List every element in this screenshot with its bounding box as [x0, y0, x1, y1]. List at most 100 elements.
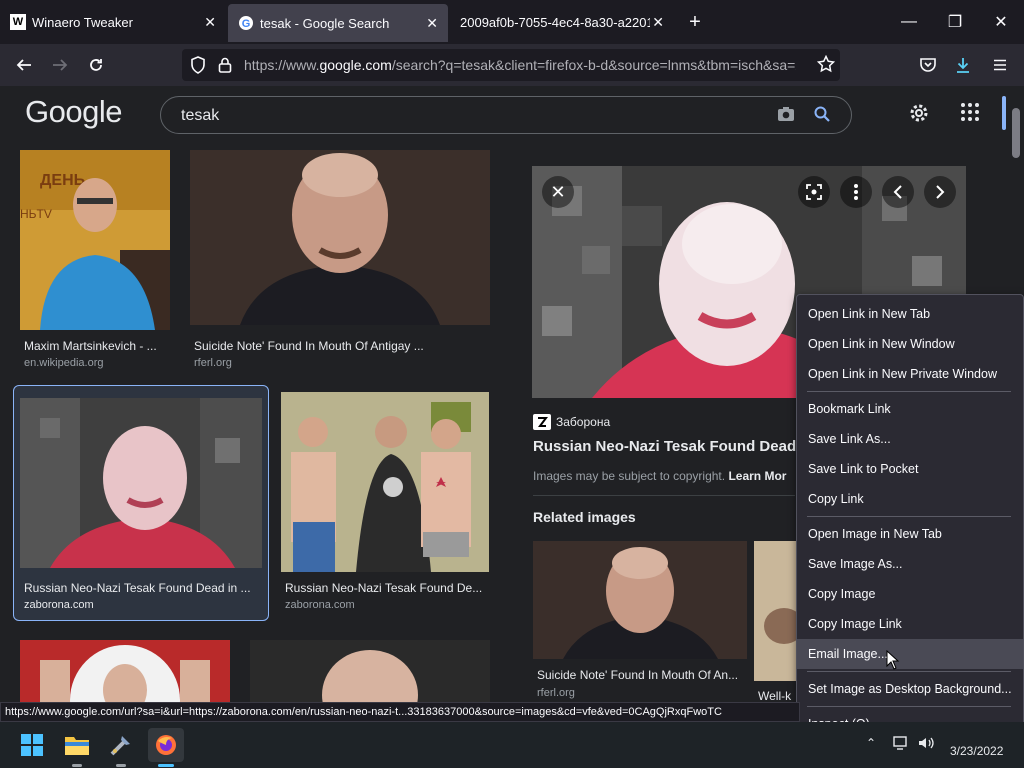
image-result-4[interactable]: Russian Neo-Nazi Tesak Found De... zabor… [281, 392, 489, 612]
firefox-icon[interactable] [148, 728, 184, 762]
shield-icon[interactable] [190, 56, 206, 79]
tab-google-search[interactable]: G tesak - Google Search ✕ [228, 4, 448, 42]
result-thumbnail[interactable]: ДЕНЬ НЬTV [20, 150, 170, 330]
menu-separator [807, 706, 1011, 707]
previous-image-icon[interactable] [882, 176, 914, 208]
menu-save-image-as[interactable]: Save Image As... [797, 549, 1023, 579]
hamburger-menu-icon [994, 59, 1006, 71]
navigation-bar: https://www.google.com/search?q=tesak&cl… [0, 44, 1024, 86]
image-result-1[interactable]: ДЕНЬ НЬTV Maxim Martsinkevich - ... en.w… [20, 150, 170, 370]
related-caption[interactable]: Suicide Note' Found In Mouth Of An... [537, 668, 747, 682]
menu-email-image[interactable]: Email Image... [797, 639, 1023, 669]
url-bar[interactable]: https://www.google.com/search?q=tesak&cl… [182, 49, 840, 81]
result-source[interactable]: zaborona.com [285, 599, 355, 611]
result-caption[interactable]: Russian Neo-Nazi Tesak Found Dead in ... [24, 581, 262, 595]
related-thumbnail [754, 541, 798, 681]
tab-winaero[interactable]: W Winaero Tweaker ✕ [0, 0, 226, 44]
image-result-2[interactable]: Suicide Note' Found In Mouth Of Antigay … [190, 150, 490, 370]
image-result-6[interactable] [250, 640, 490, 702]
winaero-favicon-icon: W [10, 14, 26, 30]
next-image-icon[interactable] [924, 176, 956, 208]
close-tab-icon[interactable]: ✕ [426, 15, 438, 32]
result-source[interactable]: rferl.org [194, 357, 232, 369]
google-apps-icon[interactable] [960, 102, 980, 128]
tab-image[interactable]: 2009af0b-7055-4ec4-8a30-a22010468 ✕ [450, 0, 674, 44]
result-thumbnail [250, 640, 490, 702]
start-menu-icon[interactable] [16, 729, 48, 761]
menu-open-link-new-tab[interactable]: Open Link in New Tab [797, 299, 1023, 329]
close-preview-button[interactable]: ✕ [542, 176, 574, 208]
result-thumbnail[interactable] [190, 150, 490, 325]
google-logo[interactable]: Google [25, 94, 122, 130]
more-options-icon[interactable] [840, 176, 872, 208]
forward-button[interactable] [45, 50, 75, 80]
menu-save-link-to-pocket[interactable]: Save Link to Pocket [797, 454, 1023, 484]
winaero-tweaker-icon[interactable] [105, 729, 137, 761]
menu-set-desktop-background[interactable]: Set Image as Desktop Background... [797, 674, 1023, 704]
svg-text:НЬTV: НЬTV [20, 207, 52, 221]
related-source[interactable]: rferl.org [537, 687, 575, 699]
menu-open-image-new-tab[interactable]: Open Image in New Tab [797, 519, 1023, 549]
new-tab-button[interactable]: + [672, 0, 718, 44]
close-tab-icon[interactable]: ✕ [652, 14, 664, 31]
menu-copy-image-link[interactable]: Copy Image Link [797, 609, 1023, 639]
google-header: Google tesak [0, 86, 1024, 142]
menu-separator [807, 671, 1011, 672]
forward-arrow-icon [53, 59, 68, 71]
result-caption[interactable]: Russian Neo-Nazi Tesak Found De... [285, 581, 489, 595]
menu-save-link-as[interactable]: Save Link As... [797, 424, 1023, 454]
pocket-button[interactable] [913, 50, 943, 80]
restore-button[interactable]: ❐ [932, 0, 978, 44]
divider [533, 495, 795, 496]
url-text[interactable]: https://www.google.com/search?q=tesak&cl… [244, 57, 796, 73]
preview-title[interactable]: Russian Neo-Nazi Tesak Found Dead in [533, 438, 814, 455]
menu-copy-link[interactable]: Copy Link [797, 484, 1023, 514]
search-icon[interactable] [813, 105, 831, 128]
scrollbar-thumb[interactable] [1012, 108, 1020, 158]
file-explorer-icon[interactable] [61, 729, 93, 761]
result-caption[interactable]: Suicide Note' Found In Mouth Of Antigay … [194, 339, 490, 353]
result-source[interactable]: en.wikipedia.org [24, 357, 104, 369]
menu-separator [807, 391, 1011, 392]
search-input[interactable]: tesak [181, 107, 219, 125]
result-thumbnail[interactable] [20, 398, 262, 568]
search-box[interactable]: tesak [160, 96, 852, 134]
context-menu: Open Link in New Tab Open Link in New Wi… [796, 294, 1024, 742]
result-source[interactable]: zaborona.com [24, 599, 94, 611]
back-button[interactable] [9, 50, 39, 80]
menu-bookmark-link[interactable]: Bookmark Link [797, 394, 1023, 424]
learn-more-link[interactable]: Learn Mor [728, 469, 786, 483]
image-result-5[interactable] [20, 640, 230, 702]
preview-source-name[interactable]: Заборона [556, 415, 610, 429]
result-caption[interactable]: Maxim Martsinkevich - ... [24, 339, 170, 353]
reload-button[interactable] [81, 50, 111, 80]
downloads-button[interactable] [948, 50, 978, 80]
network-icon[interactable] [892, 736, 908, 755]
menu-copy-image[interactable]: Copy Image [797, 579, 1023, 609]
tray-chevron-icon[interactable]: ⌃ [866, 736, 876, 750]
volume-icon[interactable] [918, 736, 936, 755]
related-caption[interactable]: Well-k [758, 689, 791, 702]
image-result-3[interactable]: Russian Neo-Nazi Tesak Found Dead in ...… [20, 398, 262, 613]
menu-open-link-private-window[interactable]: Open Link in New Private Window [797, 359, 1023, 389]
mouse-cursor-icon [886, 649, 900, 675]
related-image-2[interactable]: Well-k [754, 541, 798, 702]
bookmark-star-icon[interactable] [816, 54, 836, 78]
tab-title: tesak - Google Search [260, 15, 390, 31]
minimize-button[interactable]: — [886, 0, 932, 44]
sign-in-button-edge[interactable] [1002, 96, 1006, 130]
close-window-button[interactable]: ✕ [978, 0, 1024, 44]
lock-icon[interactable] [218, 56, 232, 79]
result-thumbnail[interactable] [281, 392, 489, 572]
related-image-1[interactable]: Suicide Note' Found In Mouth Of An... rf… [533, 541, 747, 702]
camera-search-icon[interactable] [777, 106, 795, 127]
screen: W Winaero Tweaker ✕ G tesak - Google Sea… [0, 0, 1024, 768]
menu-open-link-new-window[interactable]: Open Link in New Window [797, 329, 1023, 359]
running-indicator [72, 764, 82, 767]
app-menu-button[interactable] [985, 50, 1015, 80]
settings-gear-icon[interactable] [908, 102, 930, 130]
taskbar-date[interactable]: 3/23/2022 [950, 744, 1003, 758]
visual-search-icon[interactable] [798, 176, 830, 208]
tab-title: 2009af0b-7055-4ec4-8a30-a22010468 [460, 14, 650, 30]
close-tab-icon[interactable]: ✕ [204, 14, 216, 31]
